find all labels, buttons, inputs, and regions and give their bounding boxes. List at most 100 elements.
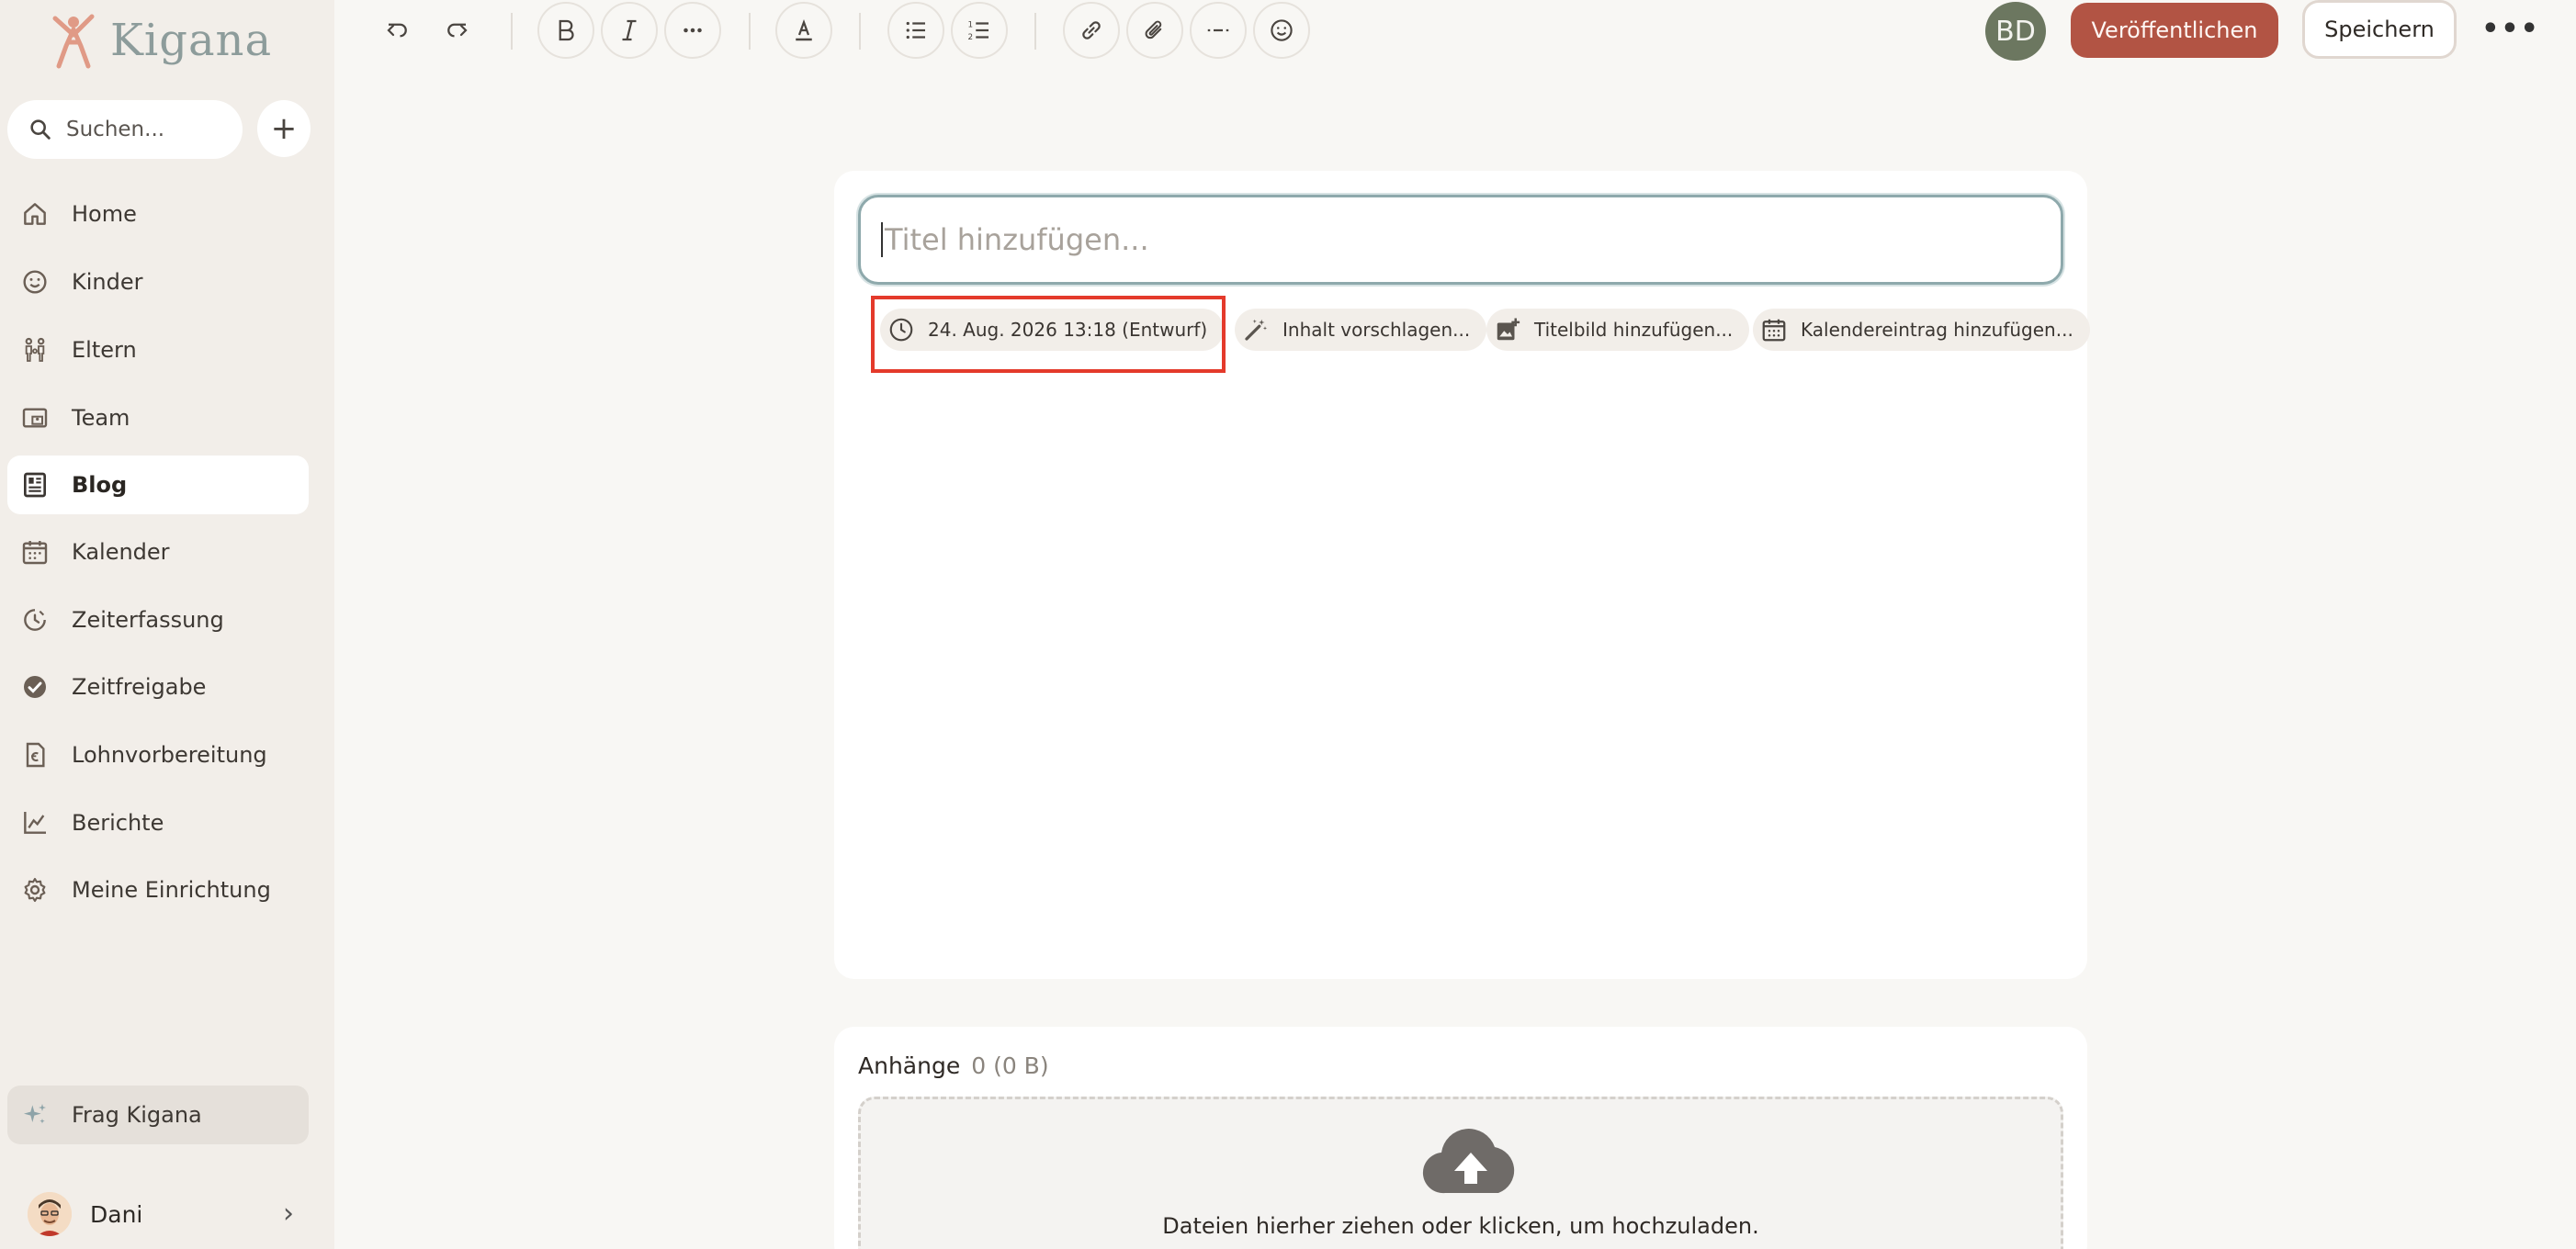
id-card-icon bbox=[22, 408, 48, 428]
sidebar-item-zeiterfassung[interactable]: Zeiterfassung bbox=[7, 591, 309, 649]
sidebar-item-label: Kalender bbox=[72, 539, 170, 565]
bullet-list-icon bbox=[906, 21, 925, 39]
horizontal-rule-icon bbox=[1207, 28, 1229, 32]
gear-icon bbox=[24, 877, 46, 903]
suggest-content-chip[interactable]: Inhalt vorschlagen... bbox=[1235, 309, 1487, 351]
sidebar-item-label: Eltern bbox=[72, 337, 137, 363]
cover-image-chip[interactable]: Titelbild hinzufügen... bbox=[1486, 309, 1750, 351]
bold-icon bbox=[559, 19, 574, 41]
text-color-icon bbox=[796, 18, 812, 41]
suggest-content-label: Inhalt vorschlagen... bbox=[1282, 319, 1471, 341]
article-icon bbox=[24, 472, 46, 498]
attachments-title: Anhänge bbox=[858, 1052, 961, 1079]
kigana-logo-icon bbox=[52, 14, 95, 69]
save-button[interactable]: Speichern bbox=[2302, 0, 2457, 59]
sidebar-item-meine-einrichtung[interactable]: Meine Einrichtung bbox=[7, 861, 309, 919]
attachments-count: 0 (0 B) bbox=[971, 1052, 1049, 1079]
file-dropzone[interactable]: Dateien hierher ziehen oder klicken, um … bbox=[858, 1097, 2063, 1249]
divider-button[interactable] bbox=[1190, 2, 1247, 59]
sidebar-item-label: Blog bbox=[72, 472, 128, 498]
sidebar: Kigana Suchen... + Home Kinder Eltern Te… bbox=[0, 0, 334, 1249]
sidebar-item-label: Meine Einrichtung bbox=[72, 877, 271, 903]
attachments-heading: Anhänge 0 (0 B) bbox=[858, 1052, 1049, 1079]
editor-card: Titel hinzufügen... 24. Aug. 2026 13:18 … bbox=[834, 171, 2090, 979]
ask-kigana-button[interactable]: Frag Kigana bbox=[7, 1086, 309, 1144]
search-input[interactable]: Suchen... bbox=[7, 100, 243, 159]
chart-icon bbox=[24, 812, 46, 834]
magic-wand-icon bbox=[1245, 319, 1268, 341]
italic-icon bbox=[622, 19, 637, 41]
cloud-upload-icon bbox=[1422, 1129, 1515, 1194]
check-circle-icon bbox=[24, 676, 46, 698]
publish-button[interactable]: Veröffentlichen bbox=[2071, 3, 2278, 58]
more-formatting-button[interactable] bbox=[664, 2, 721, 59]
title-placeholder: Titel hinzufügen... bbox=[885, 222, 1149, 257]
calendar-icon bbox=[22, 541, 48, 565]
more-horizontal-icon bbox=[684, 28, 702, 33]
redo-button[interactable] bbox=[428, 2, 485, 59]
cover-image-label: Titelbild hinzufügen... bbox=[1534, 319, 1734, 341]
toolbar-divider bbox=[1034, 13, 1036, 50]
link-button[interactable] bbox=[1063, 2, 1120, 59]
family-icon bbox=[25, 337, 45, 362]
ask-kigana-label: Frag Kigana bbox=[72, 1102, 202, 1128]
chevron-right-icon: › bbox=[283, 1198, 294, 1230]
sidebar-item-home[interactable]: Home bbox=[7, 185, 309, 243]
smiley-icon bbox=[23, 270, 47, 294]
highlight-annotation bbox=[871, 296, 1226, 373]
clock-history-icon bbox=[24, 609, 46, 631]
sidebar-item-lohnvorbereitung[interactable]: Lohnvorbereitung bbox=[7, 726, 309, 784]
attachment-button[interactable] bbox=[1126, 2, 1183, 59]
text-color-button[interactable] bbox=[775, 2, 832, 59]
sidebar-item-label: Kinder bbox=[72, 269, 143, 295]
dropzone-text: Dateien hierher ziehen oder klicken, um … bbox=[1162, 1213, 1759, 1239]
sidebar-item-label: Berichte bbox=[72, 810, 164, 836]
toolbar-divider bbox=[511, 13, 513, 50]
bold-button[interactable] bbox=[537, 2, 594, 59]
svg-text:2: 2 bbox=[968, 33, 974, 42]
user-name: Dani bbox=[90, 1200, 143, 1228]
plus-icon: + bbox=[270, 110, 298, 147]
calendar-icon bbox=[1762, 319, 1786, 342]
link-icon bbox=[1082, 21, 1101, 39]
title-input[interactable]: Titel hinzufügen... bbox=[858, 195, 2063, 285]
undo-button[interactable] bbox=[369, 2, 426, 59]
payslip-icon bbox=[26, 742, 45, 768]
italic-button[interactable] bbox=[601, 2, 658, 59]
text-caret bbox=[881, 222, 883, 257]
toolbar-divider bbox=[749, 13, 751, 50]
sidebar-item-kalender[interactable]: Kalender bbox=[7, 523, 309, 581]
sidebar-item-blog[interactable]: Blog bbox=[7, 456, 309, 514]
search-icon bbox=[30, 119, 51, 140]
numbered-list-icon: 12 bbox=[968, 20, 989, 42]
brand-name: Kigana bbox=[110, 15, 273, 66]
numbered-list-button[interactable]: 12 bbox=[951, 2, 1008, 59]
sidebar-item-label: Zeiterfassung bbox=[72, 607, 224, 633]
sidebar-item-team[interactable]: Team bbox=[7, 388, 309, 447]
sidebar-item-berichte[interactable]: Berichte bbox=[7, 793, 309, 852]
emoji-icon bbox=[1271, 19, 1293, 41]
redo-icon bbox=[447, 23, 468, 38]
undo-icon bbox=[387, 23, 407, 38]
sidebar-item-label: Team bbox=[72, 405, 130, 431]
image-add-icon bbox=[1497, 318, 1520, 341]
calendar-entry-label: Kalendereintrag hinzufügen... bbox=[1801, 319, 2073, 341]
sidebar-item-eltern[interactable]: Eltern bbox=[7, 321, 309, 379]
calendar-entry-chip[interactable]: Kalendereintrag hinzufügen... bbox=[1753, 309, 2090, 351]
sidebar-item-label: Home bbox=[72, 201, 137, 227]
avatar bbox=[28, 1192, 72, 1236]
emoji-button[interactable] bbox=[1253, 2, 1310, 59]
more-options-button[interactable]: ••• bbox=[2481, 6, 2538, 51]
brand-logo[interactable]: Kigana bbox=[50, 9, 272, 72]
user-menu[interactable]: Dani › bbox=[28, 1187, 294, 1242]
sidebar-item-kinder[interactable]: Kinder bbox=[7, 253, 309, 311]
sidebar-item-label: Zeitfreigabe bbox=[72, 674, 207, 700]
svg-text:1: 1 bbox=[968, 20, 974, 29]
home-icon bbox=[24, 203, 46, 225]
paperclip-icon bbox=[1145, 20, 1162, 39]
add-button[interactable]: + bbox=[257, 100, 311, 157]
search-placeholder: Suchen... bbox=[66, 118, 165, 141]
current-user-avatar[interactable]: BD bbox=[1985, 2, 2046, 61]
sidebar-item-zeitfreigabe[interactable]: Zeitfreigabe bbox=[7, 658, 309, 716]
bullet-list-button[interactable] bbox=[887, 2, 944, 59]
